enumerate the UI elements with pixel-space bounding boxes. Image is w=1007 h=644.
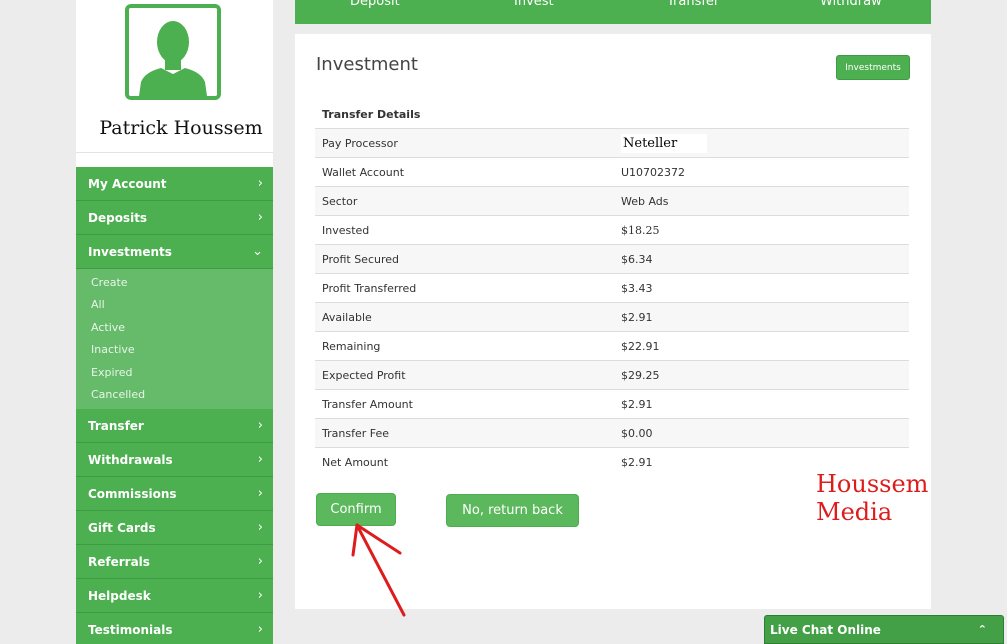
chevron-right-icon: › xyxy=(257,210,263,225)
sidebar-item-helpdesk[interactable]: Helpdesk › xyxy=(76,579,273,614)
return-back-button[interactable]: No, return back xyxy=(446,494,579,527)
tab-transfer[interactable]: Transfer xyxy=(667,0,719,9)
row-label: Profit Secured xyxy=(315,244,617,274)
row-label: Expected Profit xyxy=(315,360,617,390)
divider xyxy=(76,152,273,153)
sidebar-item-label: Testimonials xyxy=(88,623,173,638)
avatar[interactable] xyxy=(125,4,221,100)
top-nav: Deposit Invest Transfer Withdraw xyxy=(295,0,931,24)
table-row: Pay Processor Neteller xyxy=(315,128,909,158)
chevron-right-icon: › xyxy=(257,176,263,191)
chevron-right-icon: › xyxy=(257,622,263,638)
user-name: Patrick Houssem xyxy=(99,117,263,139)
table-row: Expected Profit $29.25 xyxy=(315,360,909,390)
sidebar-item-label: Deposits xyxy=(88,211,148,225)
row-label: Net Amount xyxy=(315,447,617,476)
chevron-right-icon: › xyxy=(257,554,263,570)
row-value: $2.91 xyxy=(617,389,909,419)
chevron-right-icon: › xyxy=(257,486,263,502)
sidebar-item-label: Helpdesk xyxy=(88,589,151,604)
row-label: Transfer Amount xyxy=(315,389,617,419)
table-row: Invested $18.25 xyxy=(315,215,909,245)
row-value: Web Ads xyxy=(617,186,909,216)
submenu-item-active[interactable]: Active xyxy=(76,317,273,339)
table-row: Transfer Amount $2.91 xyxy=(315,389,909,419)
submenu-item-all[interactable]: All xyxy=(76,294,273,316)
sidebar-item-transfer[interactable]: Transfer › xyxy=(76,409,273,444)
table-row: Profit Secured $6.34 xyxy=(315,244,909,274)
row-value: $0.00 xyxy=(617,418,909,448)
sidebar-item-label: Commissions xyxy=(88,487,177,502)
row-value: $22.91 xyxy=(617,331,909,361)
row-label: Pay Processor xyxy=(315,128,617,158)
submenu-item-expired[interactable]: Expired xyxy=(76,362,273,384)
sidebar-item-my-account[interactable]: My Account › xyxy=(76,167,273,201)
live-chat-label: Live Chat Online xyxy=(770,623,881,637)
sidebar-item-referrals[interactable]: Referrals › xyxy=(76,545,273,580)
row-value: $2.91 xyxy=(617,302,909,332)
table-row: Remaining $22.91 xyxy=(315,331,909,361)
row-label: Available xyxy=(315,302,617,332)
row-value: Neteller xyxy=(621,133,708,153)
chevron-right-icon: › xyxy=(257,588,263,604)
user-silhouette-icon xyxy=(129,8,217,96)
sidebar-item-testimonials[interactable]: Testimonials › xyxy=(76,613,273,644)
chevron-down-icon: ⌄ xyxy=(252,244,263,259)
sidebar-item-commissions[interactable]: Commissions › xyxy=(76,477,273,512)
sidebar-item-gift-cards[interactable]: Gift Cards › xyxy=(76,511,273,546)
tab-withdraw[interactable]: Withdraw xyxy=(820,0,882,9)
row-label: Wallet Account xyxy=(315,157,617,187)
row-label: Transfer Fee xyxy=(315,418,617,448)
chevron-right-icon: › xyxy=(257,452,263,468)
transfer-details-table: Transfer Details Pay Processor Neteller … xyxy=(315,100,909,476)
sidebar: Patrick Houssem My Account › Deposits › … xyxy=(76,0,273,644)
annotation-arrow-icon xyxy=(351,523,406,617)
submenu-item-cancelled[interactable]: Cancelled xyxy=(76,384,273,406)
table-heading: Transfer Details xyxy=(322,107,421,121)
watermark-text: Houssem Media xyxy=(816,470,929,526)
sidebar-item-investments[interactable]: Investments ⌄ xyxy=(76,235,273,269)
table-row: Profit Transferred $3.43 xyxy=(315,273,909,303)
table-row: Available $2.91 xyxy=(315,302,909,332)
sidebar-item-deposits[interactable]: Deposits › xyxy=(76,201,273,235)
row-value: U10702372 xyxy=(617,157,909,187)
sidebar-item-withdrawals[interactable]: Withdrawals › xyxy=(76,443,273,478)
investments-button[interactable]: Investments xyxy=(836,55,910,80)
row-value: $29.25 xyxy=(617,360,909,390)
sidebar-item-label: Investments xyxy=(88,245,172,259)
table-row: Sector Web Ads xyxy=(315,186,909,216)
page-title: Investment xyxy=(316,54,418,75)
sidebar-item-label: Gift Cards xyxy=(88,521,156,536)
chevron-up-icon[interactable]: ⌃ xyxy=(978,616,987,644)
row-value: $3.43 xyxy=(617,273,909,303)
tab-deposit[interactable]: Deposit xyxy=(350,0,400,9)
row-label: Invested xyxy=(315,215,617,245)
row-value: $6.34 xyxy=(617,244,909,274)
tab-invest[interactable]: Invest xyxy=(514,0,554,9)
row-label: Sector xyxy=(315,186,617,216)
table-row: Wallet Account U10702372 xyxy=(315,157,909,187)
submenu-item-create[interactable]: Create xyxy=(76,272,273,294)
table-row: Transfer Fee $0.00 xyxy=(315,418,909,448)
sidebar-item-label: My Account xyxy=(88,177,167,191)
sidebar-item-label: Withdrawals xyxy=(88,453,173,468)
live-chat-widget[interactable]: Live Chat Online ⌃ xyxy=(764,615,1004,644)
row-label: Remaining xyxy=(315,331,617,361)
chevron-right-icon: › xyxy=(257,520,263,536)
sidebar-item-label: Referrals xyxy=(88,555,150,570)
row-label: Profit Transferred xyxy=(315,273,617,303)
investments-submenu: Create All Active Inactive Expired Cance… xyxy=(76,269,273,410)
chevron-right-icon: › xyxy=(257,418,263,434)
table-header-row: Transfer Details xyxy=(315,100,909,129)
row-value: $18.25 xyxy=(617,215,909,245)
sidebar-menu: My Account › Deposits › Investments ⌄ Cr… xyxy=(76,167,273,644)
submenu-item-inactive[interactable]: Inactive xyxy=(76,339,273,361)
sidebar-item-label: Transfer xyxy=(88,419,144,434)
